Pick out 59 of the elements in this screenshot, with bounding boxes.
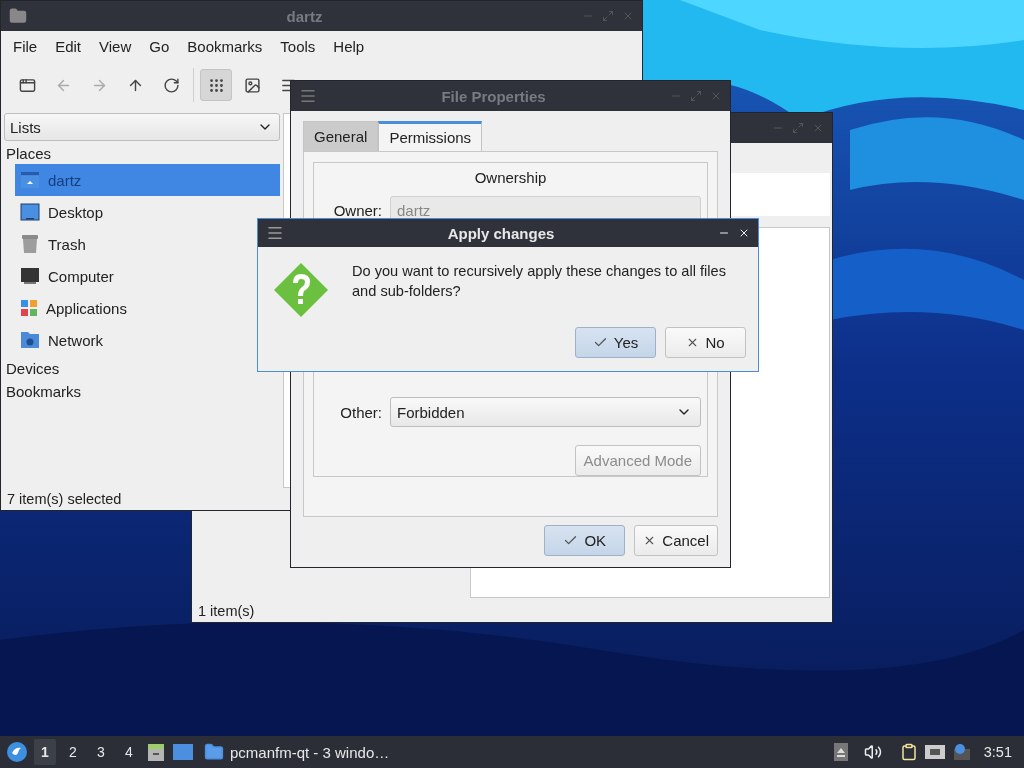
question-icon	[272, 261, 330, 319]
volume-icon[interactable]	[863, 743, 882, 761]
home-folder-icon	[20, 171, 40, 189]
place-item[interactable]: Desktop	[15, 196, 280, 228]
workspace-button[interactable]: 3	[90, 739, 112, 765]
folder-icon	[9, 7, 27, 25]
field-label: Other:	[339, 403, 382, 421]
clock[interactable]: 3:51	[977, 744, 1018, 760]
window-title: File Properties	[440, 87, 547, 105]
field-label: Owner:	[332, 201, 382, 219]
icon-view-button[interactable]	[200, 69, 232, 101]
ok-button[interactable]: OK	[544, 525, 626, 556]
menu-icon[interactable]	[266, 224, 284, 242]
workspace-button[interactable]: 1	[34, 739, 56, 765]
monitor-icon	[20, 267, 40, 285]
tab[interactable]: Permissions	[378, 121, 483, 151]
dialog-title: Apply changes	[446, 224, 556, 242]
close-icon[interactable]	[738, 227, 750, 239]
desktop-icon[interactable]	[172, 742, 194, 762]
status-text: 7 item(s) selected	[6, 490, 123, 509]
trash-icon	[20, 234, 40, 254]
clipboard-icon[interactable]	[899, 742, 918, 762]
eject-icon[interactable]	[833, 743, 848, 761]
menu-item[interactable]: Tools	[271, 37, 325, 55]
dialog-message: Do you want to recursively apply these changes to all files and sub-folders?	[352, 262, 727, 301]
window-title: dartz	[285, 7, 324, 25]
network-folder-icon	[20, 331, 40, 349]
tab[interactable]: General	[303, 121, 379, 151]
network-icon[interactable]	[923, 743, 946, 761]
section-header[interactable]: Places	[4, 141, 280, 164]
applications-icon	[20, 299, 38, 317]
path-field[interactable]	[730, 173, 830, 216]
reload-icon	[162, 76, 180, 94]
menu-item[interactable]: File	[4, 37, 47, 55]
notification-icon[interactable]	[951, 743, 972, 761]
task-button[interactable]: pcmanfm-qt - 3 windo…	[200, 738, 394, 766]
cancel-button[interactable]: Cancel	[634, 525, 718, 556]
new-window-icon	[18, 76, 36, 94]
image-icon	[243, 76, 261, 94]
grid-icon	[207, 76, 225, 94]
folder-icon	[204, 742, 224, 762]
menu-item[interactable]: Edit	[46, 37, 91, 55]
status-text: 1 item(s)	[197, 602, 256, 621]
menu-item[interactable]: Bookmarks	[178, 37, 272, 55]
no-button[interactable]: No	[665, 327, 746, 358]
section-header[interactable]: Bookmarks	[4, 379, 280, 402]
yes-button[interactable]: Yes	[575, 327, 656, 358]
workspace-button[interactable]: 4	[118, 739, 140, 765]
side-pane-dropdown[interactable]: Lists	[4, 113, 280, 141]
menu-item[interactable]: View	[90, 37, 141, 55]
menu-icon[interactable]	[299, 87, 317, 105]
start-menu-icon[interactable]	[6, 741, 28, 763]
file-cabinet-icon[interactable]	[146, 742, 166, 762]
desktop-icon	[20, 203, 40, 221]
menu-item[interactable]: Go	[140, 37, 179, 55]
other-dropdown[interactable]: Forbidden	[390, 397, 701, 427]
group-title: Ownership	[473, 168, 548, 188]
menu-item[interactable]: Help	[324, 37, 374, 55]
workspace-button[interactable]: 2	[62, 739, 84, 765]
